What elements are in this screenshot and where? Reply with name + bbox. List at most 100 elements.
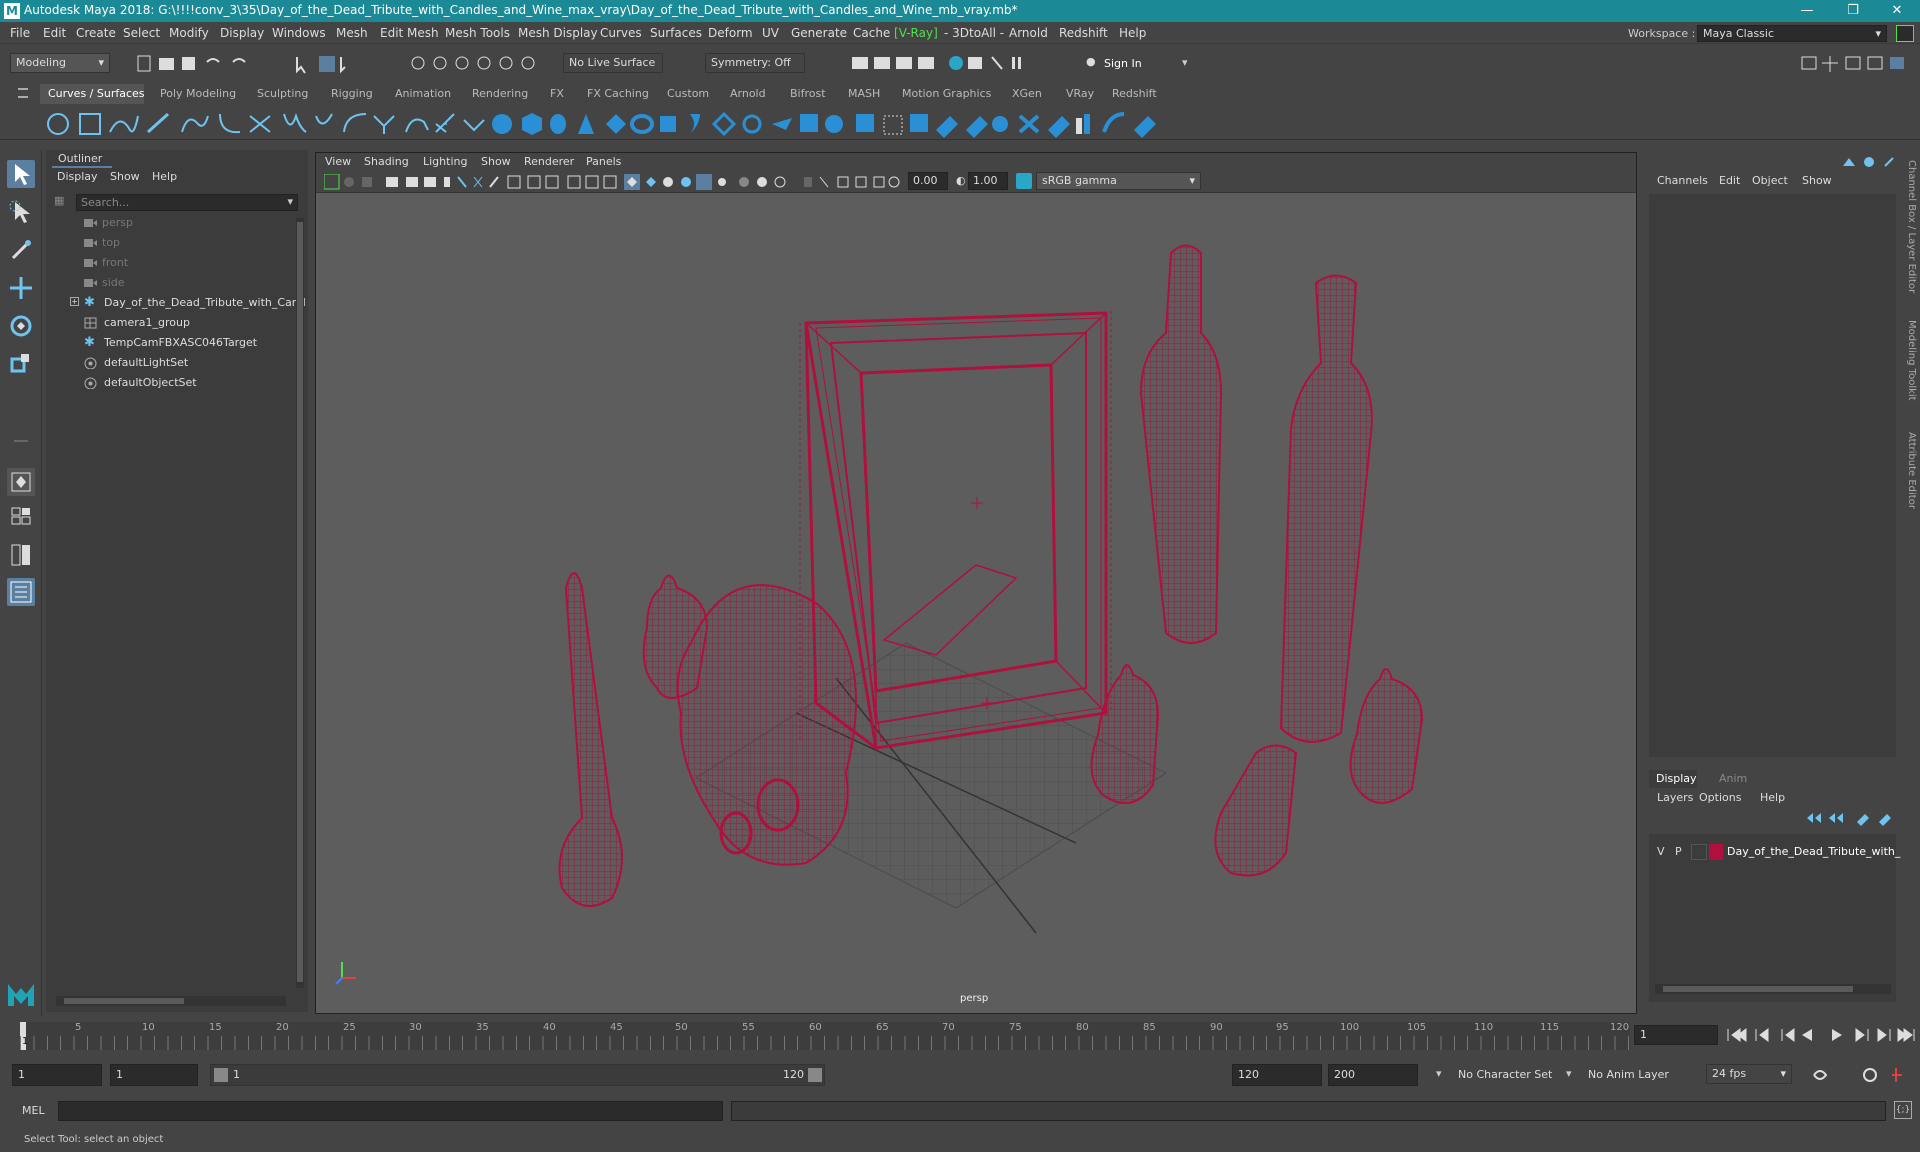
menu-mesh-tools[interactable]: Mesh Tools [445,26,510,40]
tab-motion-graphics[interactable]: Motion Graphics [902,87,991,100]
perspective-viewport[interactable]: View Shading Lighting Show Renderer Pane… [315,152,1637,1014]
time-slider[interactable]: 1 5 10 15 20 25 30 35 40 45 50 55 60 65 … [0,1018,1920,1054]
character-set-icon[interactable]: ▾ [1436,1067,1442,1080]
live-surface-field[interactable]: No Live Surface [563,53,663,73]
viewport-menu-shading[interactable]: Shading [364,155,409,168]
command-language-label[interactable]: MEL [22,1104,45,1117]
scrollbar-thumb[interactable] [297,222,303,982]
mode-dropdown[interactable]: Modeling ▾ [10,53,110,73]
layer-visibility-toggle[interactable]: V [1657,845,1665,858]
playback-end-field[interactable]: 120 [1232,1064,1322,1086]
outliner-item-front[interactable]: front [46,254,286,272]
persp-outliner-layout-icon[interactable] [7,542,35,568]
layer-row[interactable]: V P Day_of_the_Dead_Tribute_with_ [1649,842,1900,862]
layer-horizontal-scrollbar[interactable] [1655,984,1891,994]
channel-box-corner-icons[interactable] [1841,154,1901,170]
fps-dropdown[interactable]: 24 fps ▾ [1706,1064,1792,1084]
single-perspective-layout-icon[interactable] [7,468,35,496]
menu-3dtoall[interactable]: - 3DtoAll - [944,26,1004,40]
tab-rigging[interactable]: Rigging [331,87,373,100]
playback-controls[interactable] [1726,1027,1916,1043]
outliner-item-tempcam-target[interactable]: ✱ TempCamFBXASC046Target [46,334,286,352]
move-tool-icon[interactable] [7,274,35,302]
gamma-icon[interactable]: ◐ [956,174,966,187]
shelf-menu-icon[interactable] [18,88,28,98]
gamma-field[interactable]: 1.00 [968,172,1008,190]
workspace-dropdown[interactable]: Maya Classic ▾ [1697,25,1887,42]
outliner-item-camera1-group[interactable]: camera1_group [46,314,286,332]
side-tab-attribute-editor[interactable]: Attribute Editor [1906,432,1917,509]
current-frame-field[interactable]: 1 [1634,1025,1718,1045]
tab-xgen[interactable]: XGen [1012,87,1042,100]
layer-menu-options[interactable]: Options [1699,791,1741,804]
scene-end-field[interactable]: 200 [1328,1064,1418,1086]
anim-layer-icon[interactable]: ▾ [1566,1067,1572,1080]
outliner-item-day-of-the-dead[interactable]: + ✱ Day_of_the_Dead_Tribute_with_Cand [46,294,306,312]
layer-menu-layers[interactable]: Layers [1657,791,1693,804]
viewport-menu-show[interactable]: Show [481,155,511,168]
menu-arnold[interactable]: Arnold [1009,26,1048,40]
menu-mesh-display[interactable]: Mesh Display [518,26,598,40]
anim-layer-dropdown[interactable]: No Anim Layer [1588,1068,1669,1081]
menu-select[interactable]: Select [123,26,160,40]
menu-redshift[interactable]: Redshift [1059,26,1108,40]
script-editor-icon[interactable]: {;} [1894,1101,1912,1119]
lasso-tool-icon[interactable] [7,198,35,226]
four-view-layout-icon[interactable] [7,506,35,526]
menu-mesh[interactable]: Mesh [336,26,368,40]
color-management-icon[interactable] [1016,173,1032,189]
menu-edit-mesh[interactable]: Edit Mesh [380,26,439,40]
command-input[interactable] [58,1101,723,1121]
menu-cache[interactable]: Cache [853,26,890,40]
menu-display[interactable]: Display [220,26,264,40]
viewport-canvas[interactable]: persp [316,193,1636,1013]
menu-help[interactable]: Help [1119,26,1146,40]
menu-curves[interactable]: Curves [600,26,642,40]
layer-tab-display[interactable]: Display [1656,772,1697,785]
menu-uv[interactable]: UV [762,26,779,40]
character-set-dropdown[interactable]: No Character Set [1458,1068,1552,1081]
tab-mash[interactable]: MASH [848,87,880,100]
scale-tool-icon[interactable] [7,350,35,378]
tab-animation[interactable]: Animation [395,87,451,100]
render-icons[interactable] [850,54,1040,74]
range-tool-icons[interactable] [1812,1066,1912,1084]
sign-in-button[interactable]: ● Sign In ▾ [1082,54,1194,74]
layer-reference-toggle[interactable] [1691,844,1707,860]
tab-fx-caching[interactable]: FX Caching [587,87,649,100]
channel-menu-channels[interactable]: Channels [1657,174,1708,187]
lock-icon[interactable] [1896,25,1914,42]
layer-playback-toggle[interactable]: P [1675,845,1682,858]
tab-redshift[interactable]: Redshift [1112,87,1157,100]
outliner-item-persp[interactable]: persp [46,214,286,232]
menu-deform[interactable]: Deform [708,26,753,40]
outliner-vertical-scrollbar[interactable] [296,218,304,988]
menu-vray[interactable]: [V-Ray] [894,26,938,40]
viewport-menu-renderer[interactable]: Renderer [524,155,574,168]
panel-toggle-icons[interactable] [1800,54,1915,74]
menu-file[interactable]: File [10,26,30,40]
close-icon[interactable]: ✕ [1874,0,1920,22]
time-ruler[interactable]: 1 5 10 15 20 25 30 35 40 45 50 55 60 65 … [20,1022,1630,1050]
tab-rendering[interactable]: Rendering [472,87,528,100]
channel-menu-show[interactable]: Show [1802,174,1832,187]
range-end-handle[interactable] [808,1068,822,1082]
outliner-menu-help[interactable]: Help [152,170,177,183]
expand-icon[interactable]: + [70,297,79,306]
scrollbar-thumb[interactable] [1663,986,1853,992]
tab-curves-surfaces[interactable]: Curves / Surfaces [48,87,145,100]
select-tool-icon[interactable] [7,160,35,188]
channel-menu-edit[interactable]: Edit [1719,174,1740,187]
outliner-item-default-object-set[interactable]: defaultObjectSet [46,374,286,392]
menu-generate[interactable]: Generate [791,26,847,40]
menu-surfaces[interactable]: Surfaces [650,26,702,40]
outliner-horizontal-scrollbar[interactable] [56,996,286,1006]
outliner-search-input[interactable]: Search... ▾ [76,194,298,211]
color-space-dropdown[interactable]: sRGB gamma ▾ [1036,172,1201,190]
viewport-menu-view[interactable]: View [325,155,351,168]
range-start-handle[interactable] [214,1068,228,1082]
tab-arnold[interactable]: Arnold [730,87,766,100]
tab-fx[interactable]: FX [550,87,564,100]
restore-icon[interactable]: ❐ [1830,0,1876,22]
filter-icon[interactable]: ▦ [54,194,70,210]
